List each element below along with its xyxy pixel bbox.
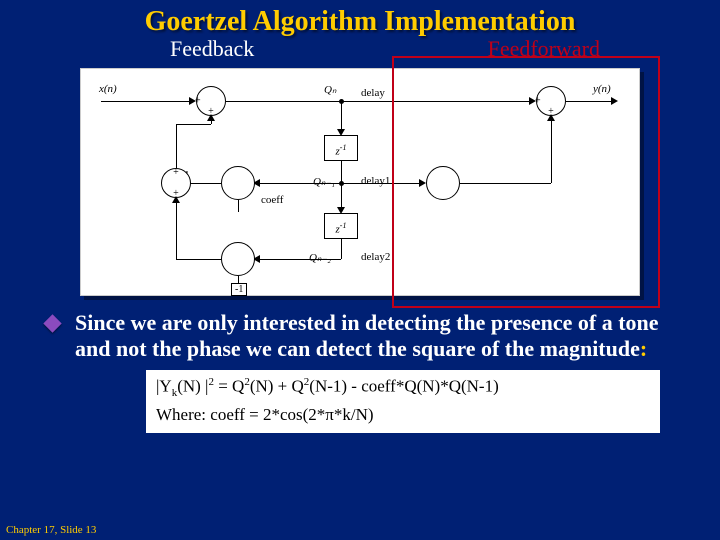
bullet-row: Since we are only interested in detectin… xyxy=(46,310,680,362)
label-qn: Qₙ xyxy=(324,83,336,96)
arrow-up-icon xyxy=(172,196,180,203)
line xyxy=(176,259,221,260)
equation-box: |Yk(N) |2 = Q2(N) + Q2(N-1) - coeff*Q(N)… xyxy=(146,370,660,433)
label-qn2: Qₙ₋₂ xyxy=(309,251,331,264)
label-delay: delay xyxy=(361,87,385,99)
line xyxy=(341,239,342,259)
line xyxy=(226,101,341,102)
slide-title: Goertzel Algorithm Implementation xyxy=(0,0,720,38)
delay-z1-box-1: z-1 xyxy=(324,135,358,161)
line xyxy=(189,183,221,184)
label-delay1: delay1 xyxy=(361,175,390,187)
sum-node-b: + + xyxy=(161,168,191,198)
mult-node-coeff xyxy=(221,166,255,200)
line xyxy=(341,161,342,183)
label-delay2: delay2 xyxy=(361,251,390,263)
equation-line1: |Yk(N) |2 = Q2(N) + Q2(N-1) - coeff*Q(N)… xyxy=(156,376,650,399)
plus-icon: + xyxy=(173,167,179,178)
slide-footer: Chapter 17, Slide 13 xyxy=(6,524,96,536)
z-sup: -1 xyxy=(340,221,347,230)
diagram-container: x(n) + + Qₙ delay + + y(n) z-1 xyxy=(80,68,640,296)
line xyxy=(101,101,191,102)
bullet-diamond-icon xyxy=(43,314,61,332)
label-xn: x(n) xyxy=(99,83,117,95)
arrow-up-icon xyxy=(207,114,215,121)
line xyxy=(341,183,342,209)
line xyxy=(258,259,341,260)
bullet-text: Since we are only interested in detectin… xyxy=(75,310,680,362)
colon-yellow: : xyxy=(640,336,647,361)
equation-line2: Where: coeff = 2*cos(2*π*k/N) xyxy=(156,405,650,425)
feedforward-highlight-box xyxy=(392,56,660,308)
line xyxy=(258,183,341,184)
subtitle-feedback: Feedback xyxy=(170,36,254,62)
plus-icon: + xyxy=(195,96,201,107)
line xyxy=(341,101,342,131)
line xyxy=(238,200,239,212)
mult-node-neg xyxy=(221,242,255,276)
line xyxy=(176,198,177,259)
label-coeff: coeff xyxy=(261,194,283,206)
line xyxy=(176,124,211,125)
sum-node-a: + + xyxy=(196,86,226,116)
z-sup: -1 xyxy=(340,143,347,152)
label-qn1: Qₙ₋₁ xyxy=(313,175,335,188)
delay-z1-box-2: z-1 xyxy=(324,213,358,239)
label-neg1: -1 xyxy=(231,283,247,296)
line xyxy=(176,124,177,168)
